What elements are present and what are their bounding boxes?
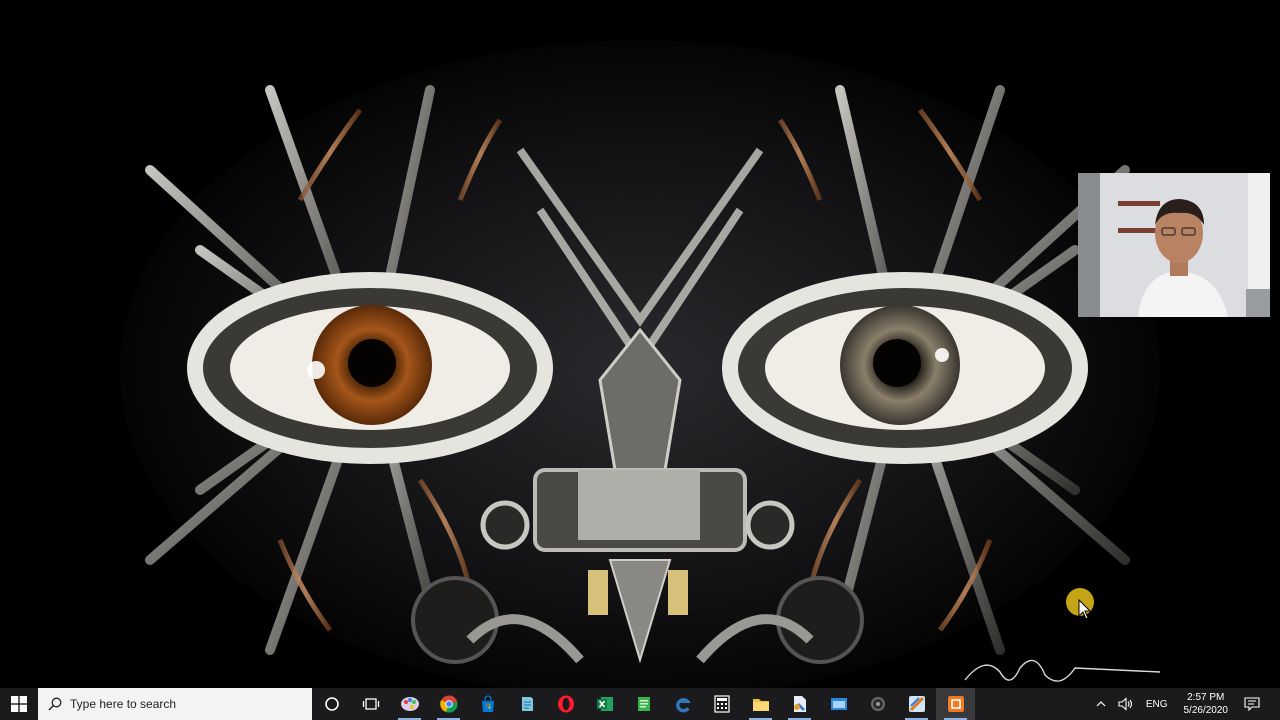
desktop-wallpaper xyxy=(0,0,1280,688)
clock-date: 5/26/2020 xyxy=(1183,705,1229,716)
cortana-circle-icon xyxy=(324,697,339,711)
taskbar-app-editor[interactable] xyxy=(624,688,663,720)
wallpaper-image xyxy=(115,40,1161,688)
notification-icon xyxy=(1244,697,1260,711)
clock-time: 2:57 PM xyxy=(1187,692,1225,703)
taskbar-app-excel[interactable] xyxy=(585,688,624,720)
calculator-icon xyxy=(713,695,730,713)
taskbar-app-recorder[interactable] xyxy=(936,688,975,720)
paint-palette-icon xyxy=(400,697,419,711)
recorder-app-icon xyxy=(947,696,964,712)
tool-app-icon xyxy=(908,696,925,712)
search-placeholder: Type here to search xyxy=(70,697,177,711)
clock-button[interactable]: 2:57 PM 5/26/2020 xyxy=(1174,691,1239,717)
taskbar-app-document[interactable] xyxy=(780,688,819,720)
edge-icon xyxy=(675,698,690,713)
taskbar: Type here to search ENG 2:57 PM 5/26/202… xyxy=(0,688,1280,720)
folder-icon xyxy=(752,699,769,711)
gear-app-icon xyxy=(870,697,885,711)
chevron-up-icon xyxy=(1096,701,1106,707)
store-bag-icon xyxy=(481,695,494,712)
show-hidden-icons-button[interactable] xyxy=(1090,688,1112,720)
window-app-icon xyxy=(830,698,847,710)
action-center-button[interactable] xyxy=(1238,688,1280,720)
search-input[interactable]: Type here to search xyxy=(38,688,312,720)
taskbar-app-opera[interactable] xyxy=(546,688,585,720)
task-view-button[interactable] xyxy=(351,688,390,720)
webcam-overlay xyxy=(1078,173,1270,317)
taskbar-app-paint[interactable] xyxy=(390,688,429,720)
search-icon xyxy=(48,697,62,711)
volume-button[interactable] xyxy=(1112,688,1140,720)
taskbar-app-store[interactable] xyxy=(468,688,507,720)
mouse-cursor-icon xyxy=(1066,588,1094,620)
taskbar-app-chrome[interactable] xyxy=(429,688,468,720)
taskbar-app-window[interactable] xyxy=(819,688,858,720)
windows-logo-icon xyxy=(11,696,27,712)
document-app-icon xyxy=(793,696,806,712)
opera-icon xyxy=(557,695,574,713)
taskbar-app-notepad[interactable] xyxy=(507,688,546,720)
taskbar-app-tool[interactable] xyxy=(897,688,936,720)
chrome-icon xyxy=(439,695,458,713)
editor-icon xyxy=(637,697,650,711)
taskbar-app-edge[interactable] xyxy=(663,688,702,720)
speaker-icon xyxy=(1118,697,1132,711)
system-tray: ENG 2:57 PM 5/26/2020 xyxy=(1090,688,1280,720)
notepad-icon xyxy=(521,697,533,711)
cortana-button[interactable] xyxy=(312,688,351,720)
presenter-webcam-icon xyxy=(1078,173,1270,317)
signature-mark xyxy=(964,659,1161,682)
taskbar-app-explorer[interactable] xyxy=(741,688,780,720)
taskbar-app-calculator[interactable] xyxy=(702,688,741,720)
input-language-button[interactable]: ENG xyxy=(1140,688,1174,720)
excel-icon xyxy=(596,697,613,711)
start-button[interactable] xyxy=(0,688,38,720)
task-view-icon xyxy=(362,698,379,710)
taskbar-app-settings[interactable] xyxy=(858,688,897,720)
